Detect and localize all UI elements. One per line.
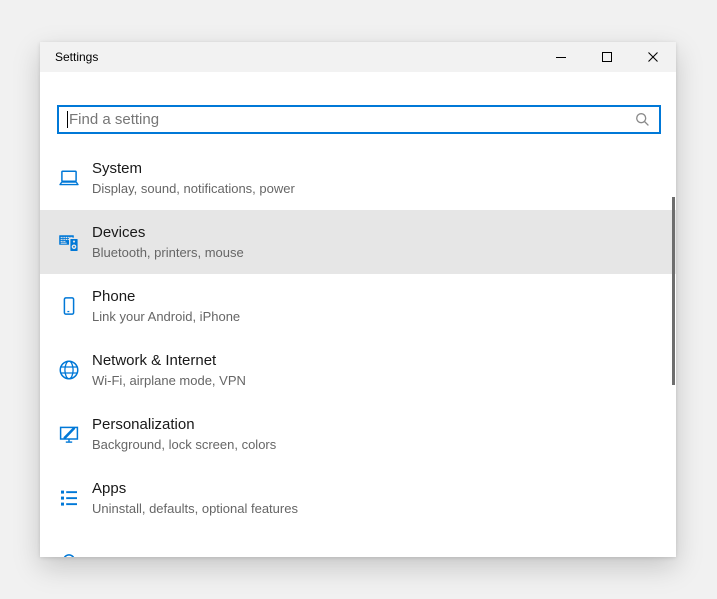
maximize-icon bbox=[602, 52, 612, 62]
settings-category-personalization[interactable]: Personalization Background, lock screen, … bbox=[40, 402, 676, 466]
minimize-icon bbox=[556, 52, 566, 62]
category-texts: Personalization Background, lock screen, … bbox=[92, 415, 276, 453]
minimize-button[interactable] bbox=[538, 42, 584, 72]
phone-icon bbox=[57, 294, 81, 318]
category-description: Bluetooth, printers, mouse bbox=[92, 245, 244, 261]
close-button[interactable] bbox=[630, 42, 676, 72]
category-label: Accounts bbox=[92, 553, 154, 558]
window-controls bbox=[538, 42, 676, 72]
person-icon bbox=[57, 550, 81, 557]
category-texts: Devices Bluetooth, printers, mouse bbox=[92, 223, 244, 261]
category-label: Apps bbox=[92, 479, 298, 498]
category-description: Wi-Fi, airplane mode, VPN bbox=[92, 373, 246, 389]
keyboard-speaker-icon bbox=[57, 230, 81, 254]
settings-category-apps[interactable]: Apps Uninstall, defaults, optional featur… bbox=[40, 466, 676, 530]
settings-window: Settings System Display, sound, notificat… bbox=[40, 42, 676, 557]
category-description: Link your Android, iPhone bbox=[92, 309, 240, 325]
category-label: System bbox=[92, 159, 295, 178]
settings-category-devices[interactable]: Devices Bluetooth, printers, mouse bbox=[40, 210, 676, 274]
category-texts: System Display, sound, notifications, pow… bbox=[92, 159, 295, 197]
category-description: Uninstall, defaults, optional features bbox=[92, 501, 298, 517]
category-texts: Phone Link your Android, iPhone bbox=[92, 287, 240, 325]
category-description: Background, lock screen, colors bbox=[92, 437, 276, 453]
category-texts: Apps Uninstall, defaults, optional featur… bbox=[92, 479, 298, 517]
search-input[interactable] bbox=[59, 107, 659, 132]
text-caret bbox=[67, 111, 68, 128]
scrollbar-thumb[interactable] bbox=[672, 197, 675, 385]
settings-category-network-internet[interactable]: Network & Internet Wi-Fi, airplane mode, … bbox=[40, 338, 676, 402]
monitor-pen-icon bbox=[57, 422, 81, 446]
category-label: Network & Internet bbox=[92, 351, 246, 370]
category-description: Display, sound, notifications, power bbox=[92, 181, 295, 197]
close-icon bbox=[648, 52, 658, 62]
settings-content: System Display, sound, notifications, pow… bbox=[40, 72, 676, 557]
globe-icon bbox=[57, 358, 81, 382]
laptop-icon bbox=[57, 166, 81, 190]
maximize-button[interactable] bbox=[584, 42, 630, 72]
app-list-icon bbox=[57, 486, 81, 510]
category-label: Personalization bbox=[92, 415, 276, 434]
category-label: Devices bbox=[92, 223, 244, 242]
category-texts: Accounts bbox=[92, 553, 154, 558]
settings-category-list: System Display, sound, notifications, pow… bbox=[40, 146, 676, 557]
title-bar[interactable]: Settings bbox=[40, 42, 676, 72]
settings-category-accounts[interactable]: Accounts bbox=[40, 530, 676, 557]
window-title: Settings bbox=[40, 50, 98, 64]
category-texts: Network & Internet Wi-Fi, airplane mode, … bbox=[92, 351, 246, 389]
settings-category-phone[interactable]: Phone Link your Android, iPhone bbox=[40, 274, 676, 338]
settings-category-system[interactable]: System Display, sound, notifications, pow… bbox=[40, 146, 676, 210]
search-box bbox=[57, 105, 661, 134]
category-label: Phone bbox=[92, 287, 240, 306]
